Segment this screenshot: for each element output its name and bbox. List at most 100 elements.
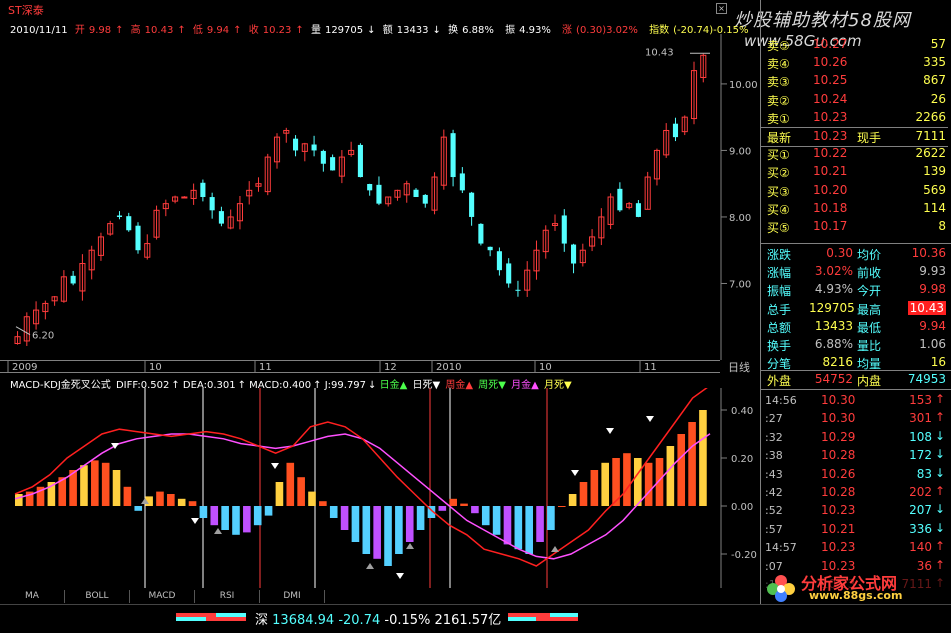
tick-row[interactable]: :27 10.30 301 ↑ <box>761 410 948 428</box>
time-label: 11 <box>644 362 657 373</box>
stat-value: 6.88% <box>814 337 853 351</box>
tick-row[interactable]: :42 10.28 202 ↑ <box>761 484 948 502</box>
sell-volume: 2266 <box>915 109 946 124</box>
macd-bar <box>199 506 208 518</box>
candle-body <box>635 203 641 217</box>
tick-row[interactable]: :43 10.26 83 ↓ <box>761 466 948 484</box>
macd-bar <box>666 446 675 506</box>
tick-volume: 207 <box>909 503 932 518</box>
stats-table: 涨跌 0.30 均价 10.36 涨幅 3.02% 前收 9.93 振幅 4.93% 今开 9.98 总… <box>761 245 951 373</box>
macd-bar <box>243 506 251 533</box>
macd-bar <box>579 482 588 506</box>
tab-boll[interactable]: BOLL <box>65 590 130 603</box>
sell-row[interactable]: 卖③ 10.25 867 <box>761 72 948 90</box>
candlestick-chart[interactable]: 10.00 9.00 8.00 7.00 10.43 6.20 <box>10 34 760 360</box>
macd-bar <box>188 501 197 506</box>
candle-body <box>561 215 567 244</box>
macd-bar <box>503 506 512 545</box>
tick-price: 10.23 <box>821 540 856 555</box>
price-label: 9.00 <box>729 146 751 157</box>
arrow-down-icon: ↓ <box>934 465 945 480</box>
candle-body <box>367 183 373 191</box>
time-label: 12 <box>384 362 397 373</box>
arrow-up-icon: ↑ <box>934 410 945 425</box>
sell-volume: 335 <box>923 55 946 70</box>
buy-row[interactable]: 买② 10.21 139 <box>761 163 948 181</box>
indicator-axis-label: 0.20 <box>731 454 753 465</box>
sell-row[interactable]: 卖② 10.24 26 <box>761 91 948 109</box>
macd-bar <box>525 506 533 554</box>
tick-row[interactable]: 14:56 10.30 153 ↑ <box>761 392 948 410</box>
buy-row[interactable]: 买③ 10.20 569 <box>761 182 948 200</box>
candle-body <box>200 182 206 197</box>
arrow-up-icon: ↑ <box>934 484 945 498</box>
indicator-axis-label: 0.40 <box>731 406 753 417</box>
tick-list[interactable]: 14:56 10.30 153 ↑:27 10.30 301 ↑:32 10.29 108 ↓:3… <box>761 390 951 600</box>
macd-bar <box>167 494 175 506</box>
last-price-row[interactable]: 最新 10.23 现手 7111 <box>761 127 948 147</box>
sell-level-label: 卖② <box>767 93 790 108</box>
signal-down-icon <box>271 463 279 469</box>
tick-row[interactable]: :57 10.21 336 ↓ <box>761 521 948 539</box>
buy-level-label: 买① <box>767 148 790 163</box>
period-label: 日线 <box>728 360 750 373</box>
stat-value: 4.93% <box>814 282 853 297</box>
tick-time: :38 <box>765 449 783 463</box>
tab-ma[interactable]: MA <box>0 590 65 603</box>
sell-row[interactable]: 卖④ 10.26 335 <box>761 54 948 72</box>
sell-row[interactable]: 卖① 10.23 2266 <box>761 109 948 127</box>
tick-row[interactable]: 14:57 10.23 140 ↑ <box>761 539 948 557</box>
tick-price: 10.30 <box>821 393 856 407</box>
sell-volume: 57 <box>930 37 946 51</box>
macd-bar <box>112 470 121 506</box>
macd-bar <box>699 410 707 506</box>
tick-row[interactable]: :32 10.29 108 ↓ <box>761 429 948 447</box>
close-icon[interactable]: × <box>716 3 727 14</box>
tab-rsi[interactable]: RSI <box>195 590 260 603</box>
macd-bar <box>221 506 229 530</box>
tick-row[interactable]: :52 10.23 207 ↓ <box>761 502 948 520</box>
sell-row[interactable]: 卖⑤ 10.27 57 <box>761 36 948 54</box>
stat-label: 今开 <box>857 284 882 299</box>
buy-row[interactable]: 买④ 10.18 114 <box>761 200 948 218</box>
signal-down-icon <box>646 416 654 422</box>
signal-up-icon <box>551 546 559 552</box>
market-index[interactable]: 深 13684.94 -20.74 -0.15% 2161.57亿 <box>255 609 501 628</box>
candle-body <box>469 192 475 217</box>
stock-name[interactable]: ST深泰 <box>8 2 44 18</box>
arrow-up-icon: ↑ <box>934 539 945 554</box>
tick-volume: 153 <box>909 393 932 407</box>
arrow-down-icon: ↓ <box>934 447 945 462</box>
arrow-down-icon: ↓ <box>934 520 945 535</box>
macd-chart[interactable]: 0.40 0.20 0.00 -0.20 <box>10 388 760 588</box>
stat-value: 9.98 <box>919 282 946 297</box>
price-label: 8.00 <box>729 213 751 224</box>
macd-bar <box>677 434 686 506</box>
macd-bar <box>340 506 349 530</box>
macd-bar <box>492 506 501 535</box>
tab-dmi[interactable]: DMI <box>260 590 325 603</box>
tick-row[interactable]: :38 10.28 172 ↓ <box>761 447 948 465</box>
macd-bar <box>329 506 338 518</box>
stat-label: 均价 <box>857 248 882 262</box>
divider <box>761 243 951 244</box>
buy-row[interactable]: 买⑤ 10.17 8 <box>761 218 948 236</box>
status-bar-right-gauge <box>508 613 578 621</box>
macd-bar <box>101 462 110 506</box>
time-label: 10 <box>539 362 552 373</box>
macd-bar <box>623 453 631 506</box>
macd-bar <box>416 506 425 530</box>
buy-row[interactable]: 买① 10.22 2622 <box>761 145 948 163</box>
time-label: 10 <box>149 362 162 373</box>
buy-level-label: 买④ <box>767 202 790 217</box>
candle-body <box>672 123 679 138</box>
macd-bar <box>460 503 468 506</box>
macd-bar <box>395 506 403 554</box>
candle-body <box>487 246 493 251</box>
tab-macd[interactable]: MACD <box>130 590 195 603</box>
buy-volume: 2622 <box>915 146 946 161</box>
stat-row: 换手 6.88% 量比 1.06 <box>761 336 948 354</box>
candle-body <box>413 189 419 197</box>
sell-price: 10.25 <box>813 73 848 88</box>
buy-volume: 569 <box>923 182 946 197</box>
